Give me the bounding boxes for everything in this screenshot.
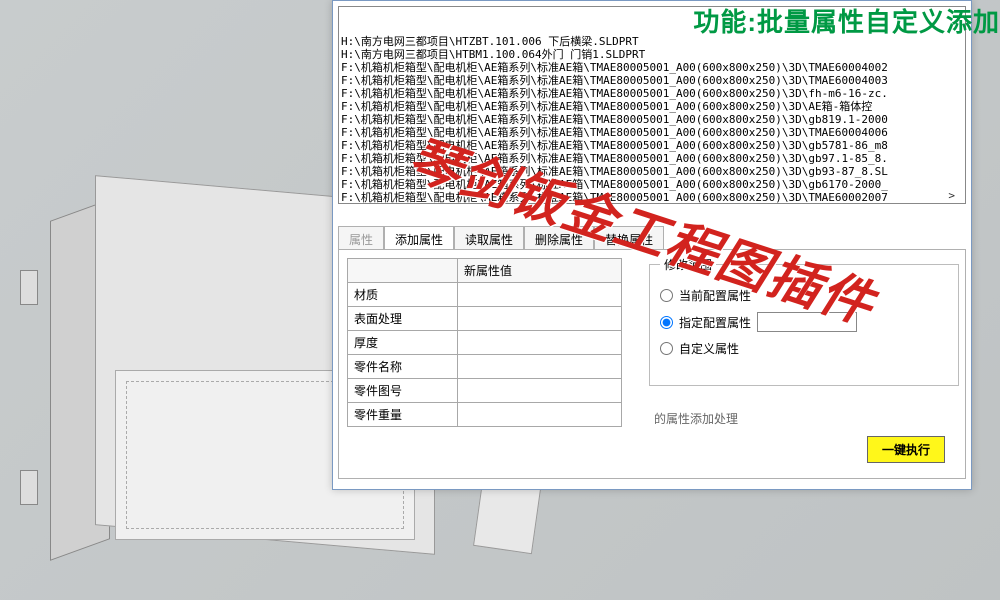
property-value-cell[interactable] bbox=[458, 331, 622, 355]
col-new-value: 新属性值 bbox=[458, 259, 622, 283]
radio-custom-input[interactable] bbox=[660, 342, 673, 355]
scope-legend: 修改范围 bbox=[660, 256, 716, 273]
radio-current-label: 当前配置属性 bbox=[679, 287, 751, 304]
batch-property-dialog: H:\南方电网三都项目\HTZBT.101.006 下后横梁.SLDPRTH:\… bbox=[332, 0, 972, 490]
table-row[interactable]: 材质 bbox=[348, 283, 622, 307]
tab-page-add: 新属性值 材质表面处理厚度零件名称零件图号零件重量 修改范围 当前配置属性 指定… bbox=[338, 249, 966, 479]
file-list-row[interactable]: F:\机箱机柜箱型\配电机柜\AE箱系列\标准AE箱\TMAE80005001_… bbox=[341, 100, 963, 113]
tab-delete-property[interactable]: 删除属性 bbox=[524, 226, 594, 250]
table-row[interactable]: 厚度 bbox=[348, 331, 622, 355]
table-row[interactable]: 零件重量 bbox=[348, 403, 622, 427]
scroll-right-indicator: > bbox=[948, 189, 955, 202]
file-list-row[interactable]: H:\南方电网三都项目\HTBM1.100.064外门 门销1.SLDPRT bbox=[341, 48, 963, 61]
file-list-row[interactable]: F:\机箱机柜箱型\配电机柜\AE箱系列\标准AE箱\TMAE80005001_… bbox=[341, 74, 963, 87]
file-list-row[interactable]: F:\机箱机柜箱型\配电机柜\AE箱系列\标准AE箱\TMAE80005001_… bbox=[341, 87, 963, 100]
file-list-row[interactable]: F:\机箱机柜箱型\配电机柜\AE箱系列\标准AE箱\TMAE80005001_… bbox=[341, 126, 963, 139]
table-row[interactable]: 零件图号 bbox=[348, 379, 622, 403]
radio-specified-label: 指定配置属性 bbox=[679, 314, 751, 331]
file-list-row[interactable]: F:\机箱机柜箱型\配电机柜\AE箱系列\标准AE箱\TMAE80005001_… bbox=[341, 178, 963, 191]
execute-button[interactable]: 一键执行 bbox=[867, 436, 945, 463]
radio-current-input[interactable] bbox=[660, 289, 673, 302]
processing-hint: 的属性添加处理 bbox=[654, 410, 738, 427]
specified-config-field[interactable] bbox=[757, 312, 857, 332]
tab-replace-property[interactable]: 替换属性 bbox=[594, 226, 664, 250]
radio-current-config[interactable]: 当前配置属性 bbox=[660, 287, 948, 304]
tab-add-property[interactable]: 添加属性 bbox=[384, 226, 454, 250]
property-name-cell: 零件图号 bbox=[348, 379, 458, 403]
property-value-cell[interactable] bbox=[458, 403, 622, 427]
modify-scope-group: 修改范围 当前配置属性 指定配置属性 自定义属性 bbox=[649, 256, 959, 386]
file-list-row[interactable]: F:\机箱机柜箱型\配电机柜\AE箱系列\标准AE箱\TMAE80005001_… bbox=[341, 113, 963, 126]
file-list-row[interactable]: F:\机箱机柜箱型\配电机柜\AE箱系列\标准AE箱\TMAE80005001_… bbox=[341, 165, 963, 178]
property-value-cell[interactable] bbox=[458, 283, 622, 307]
new-property-table[interactable]: 新属性值 材质表面处理厚度零件名称零件图号零件重量 bbox=[347, 258, 622, 427]
radio-custom-label: 自定义属性 bbox=[679, 340, 739, 357]
file-list-row[interactable]: F:\机箱机柜箱型\配电机柜\AE箱系列\标准AE箱\TMAE80005001_… bbox=[341, 191, 963, 204]
radio-custom-property[interactable]: 自定义属性 bbox=[660, 340, 948, 357]
property-name-cell: 零件名称 bbox=[348, 355, 458, 379]
file-list-row[interactable]: F:\机箱机柜箱型\配电机柜\AE箱系列\标准AE箱\TMAE80005001_… bbox=[341, 152, 963, 165]
tab-partial[interactable]: 属性 bbox=[338, 226, 384, 250]
table-row[interactable]: 表面处理 bbox=[348, 307, 622, 331]
radio-specified-input[interactable] bbox=[660, 316, 673, 329]
property-name-cell: 表面处理 bbox=[348, 307, 458, 331]
property-name-cell: 材质 bbox=[348, 283, 458, 307]
property-value-cell[interactable] bbox=[458, 307, 622, 331]
file-list-row[interactable]: F:\机箱机柜箱型\配电机柜\AE箱系列\标准AE箱\TMAE80005001_… bbox=[341, 61, 963, 74]
property-value-cell[interactable] bbox=[458, 379, 622, 403]
property-name-cell: 厚度 bbox=[348, 331, 458, 355]
tab-read-property[interactable]: 读取属性 bbox=[454, 226, 524, 250]
file-list-row[interactable]: F:\机箱机柜箱型\配电机柜\AE箱系列\标准AE箱\TMAE80005001_… bbox=[341, 139, 963, 152]
radio-specified-config[interactable]: 指定配置属性 bbox=[660, 312, 948, 332]
property-value-cell[interactable] bbox=[458, 355, 622, 379]
feature-title-overlay: 功能:批量属性自定义添加 bbox=[693, 2, 1000, 39]
property-tabstrip: 属性 添加属性 读取属性 删除属性 替换属性 bbox=[338, 226, 966, 250]
table-row[interactable]: 零件名称 bbox=[348, 355, 622, 379]
property-name-cell: 零件重量 bbox=[348, 403, 458, 427]
